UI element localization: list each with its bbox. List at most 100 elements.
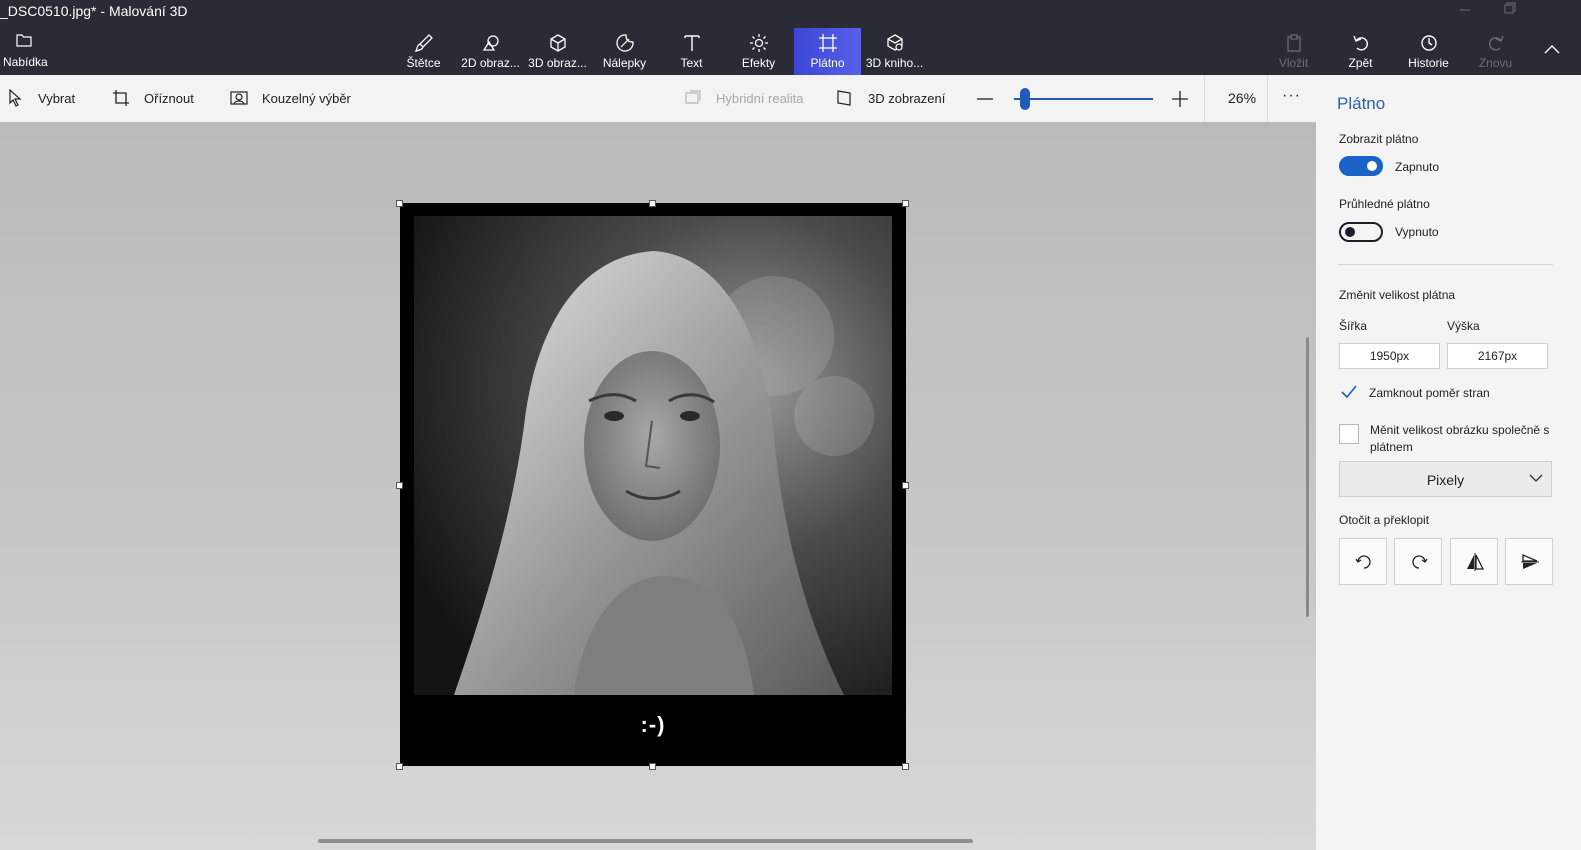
resize-handle-bottom-right[interactable] — [902, 763, 909, 770]
zoom-out-icon[interactable] — [977, 98, 993, 100]
tool-stickers-label: Nálepky — [602, 56, 647, 70]
resize-handle-left[interactable] — [396, 482, 403, 489]
brush-icon — [414, 34, 433, 53]
mixed-reality-label: Hybridní realita — [716, 91, 804, 106]
zoom-in-icon[interactable] — [1172, 91, 1188, 107]
mixed-reality-icon — [685, 90, 701, 104]
tool-stickers[interactable]: Nálepky — [591, 28, 658, 75]
canvas-icon — [819, 34, 837, 52]
canvas-workspace[interactable]: :-) — [0, 122, 1316, 850]
sticker-icon — [616, 34, 634, 52]
tool-brushes-label: Štětce — [406, 56, 441, 70]
folder-icon — [16, 34, 32, 47]
height-input[interactable] — [1447, 343, 1548, 369]
show-canvas-state: Zapnuto — [1395, 160, 1440, 174]
flip-horizontal-button[interactable] — [1450, 538, 1498, 585]
menu-button[interactable]: Nabídka — [0, 28, 60, 74]
toolbar-divider — [1267, 75, 1268, 122]
magic-select-button[interactable]: Kouzelný výběr — [220, 75, 360, 122]
view-3d-button[interactable]: 3D zobrazení — [828, 75, 948, 122]
resize-handle-bottom-left[interactable] — [396, 763, 403, 770]
history-label: Historie — [1408, 56, 1449, 70]
resize-handle-top-left[interactable] — [396, 200, 403, 207]
resize-handle-right[interactable] — [902, 482, 909, 489]
crop-icon — [113, 90, 129, 106]
tool-effects[interactable]: Efekty — [725, 28, 792, 75]
tool-3d-library[interactable]: 3D kniho... — [861, 28, 928, 75]
undo-button[interactable]: Zpět — [1327, 28, 1394, 75]
text-icon — [684, 35, 700, 51]
tool-brushes[interactable]: Štětce — [390, 28, 457, 75]
minimize-icon[interactable] — [1458, 2, 1472, 16]
library-3d-icon — [887, 34, 903, 51]
resize-handle-bottom[interactable] — [649, 763, 656, 770]
tool-canvas[interactable]: Plátno — [794, 28, 861, 75]
select-button[interactable]: Vybrat — [0, 75, 90, 122]
rotate-left-button[interactable] — [1339, 538, 1387, 585]
window-title: _DSC0510.jpg* - Malování 3D — [0, 3, 188, 19]
panel-divider — [1338, 264, 1553, 265]
title-ribbon-bar: _DSC0510.jpg* - Malování 3D Nabídka Štět… — [0, 0, 1581, 75]
canvas-panel: Plátno Zobrazit plátno Zapnuto Průhledné… — [1316, 75, 1581, 850]
view-3d-label: 3D zobrazení — [868, 91, 946, 106]
redo-button[interactable]: Znovu — [1462, 28, 1529, 75]
more-options-button[interactable]: ··· — [1282, 87, 1301, 105]
tool-3d-library-label: 3D kniho... — [865, 56, 924, 70]
chevron-down-icon — [1529, 474, 1543, 482]
zoom-slider-thumb[interactable] — [1020, 88, 1030, 110]
history-button[interactable]: Historie — [1395, 28, 1462, 75]
flip-horizontal-icon — [1467, 553, 1485, 571]
transparent-canvas-toggle[interactable] — [1339, 222, 1383, 242]
collapse-ribbon-icon[interactable] — [1544, 44, 1560, 54]
units-value: Pixely — [1426, 472, 1465, 488]
resize-handle-top[interactable] — [649, 200, 656, 207]
lock-aspect-checkbox[interactable] — [1339, 382, 1359, 402]
magic-select-icon — [230, 91, 248, 105]
restore-icon[interactable] — [1502, 2, 1516, 16]
rotate-right-button[interactable] — [1394, 538, 1442, 585]
resize-image-label-cont: plátnem — [1370, 440, 1413, 454]
canvas-image[interactable]: :-) — [400, 203, 906, 766]
tool-effects-label: Efekty — [741, 56, 776, 70]
toggle-knob — [1345, 227, 1355, 237]
height-label: Výška — [1447, 319, 1480, 333]
resize-handle-top-right[interactable] — [902, 200, 909, 207]
undo-label: Zpět — [1348, 56, 1373, 70]
select-label: Vybrat — [38, 91, 76, 106]
magic-select-label: Kouzelný výběr — [262, 91, 351, 106]
vertical-scrollbar[interactable] — [1306, 337, 1309, 617]
zoom-percent: 26% — [1228, 90, 1257, 106]
toolbar-divider — [1204, 75, 1205, 122]
units-dropdown[interactable]: Pixely — [1339, 461, 1552, 497]
tool-text-label: Text — [680, 56, 703, 70]
zoom-slider-track[interactable] — [1014, 98, 1153, 100]
tool-2d-shapes-label: 2D obraz... — [461, 56, 520, 70]
tool-2d-shapes[interactable]: 2D obraz... — [457, 28, 524, 75]
canvas-caption: :-) — [640, 712, 666, 737]
paste-label: Vložit — [1278, 56, 1309, 70]
redo-label: Znovu — [1478, 56, 1513, 70]
flip-vertical-icon — [1521, 554, 1539, 569]
resize-image-checkbox[interactable] — [1339, 424, 1359, 444]
undo-icon — [1353, 35, 1368, 51]
horizontal-scrollbar[interactable] — [318, 839, 973, 843]
tool-canvas-label: Plátno — [810, 56, 845, 70]
paste-button[interactable]: Vložit — [1260, 28, 1327, 75]
tool-3d-shapes[interactable]: 3D obraz... — [524, 28, 591, 75]
flip-vertical-button[interactable] — [1505, 538, 1553, 585]
view-3d-icon — [837, 90, 851, 106]
mixed-reality-button[interactable]: Hybridní realita — [675, 75, 810, 122]
portrait-photo — [414, 216, 892, 695]
width-label: Šířka — [1339, 319, 1368, 333]
cube-icon — [550, 34, 566, 52]
resize-canvas-heading: Změnit velikost plátna — [1339, 288, 1456, 302]
menu-label: Nabídka — [3, 55, 48, 69]
width-input[interactable] — [1339, 343, 1440, 369]
history-icon — [1421, 35, 1437, 51]
tool-text[interactable]: Text — [658, 28, 725, 75]
crop-button[interactable]: Oříznout — [100, 75, 205, 122]
redo-icon — [1489, 35, 1504, 51]
show-canvas-toggle[interactable] — [1339, 156, 1383, 176]
transparent-canvas-state: Vypnuto — [1395, 225, 1439, 239]
shapes-2d-icon — [482, 35, 499, 51]
